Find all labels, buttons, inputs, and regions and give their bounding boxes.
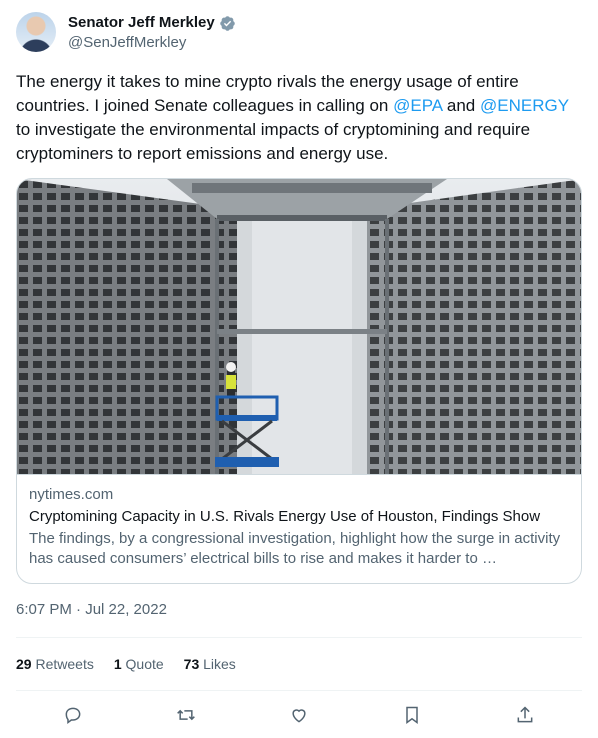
share-icon xyxy=(517,706,533,723)
like-icon xyxy=(292,709,306,723)
card-meta: nytimes.com Cryptomining Capacity in U.S… xyxy=(29,485,569,569)
quotes-label: Quote xyxy=(125,656,164,672)
card-title[interactable]: Cryptomining Capacity in U.S. Rivals Ene… xyxy=(29,507,569,527)
retweets-label: Retweets xyxy=(35,656,94,672)
tweet-text-part: to investigate the environmental impacts… xyxy=(16,120,531,163)
author-name-row: Senator Jeff Merkley xyxy=(68,13,236,33)
quotes-count: 1 xyxy=(113,656,122,672)
mention-energy-link[interactable]: @ENERGY xyxy=(480,96,569,115)
author-name[interactable]: Senator Jeff Merkley xyxy=(68,13,215,33)
link-card[interactable]: nytimes.com Cryptomining Capacity in U.S… xyxy=(16,178,582,584)
tweet-actions xyxy=(16,700,582,730)
tweet-text-part: and xyxy=(442,96,480,115)
retweets-count: 29 xyxy=(16,656,32,672)
card-domain: nytimes.com xyxy=(29,486,114,503)
author-handle[interactable]: @SenJeffMerkley xyxy=(68,33,186,53)
tweet-stats: 29 Retweets 1 Quote 73 Likes xyxy=(16,654,236,674)
tweet-header: Senator Jeff Merkley @SenJeffMerkley xyxy=(16,12,582,52)
retweet-button[interactable] xyxy=(169,700,203,730)
likes-count: 73 xyxy=(183,656,200,672)
tweet-text: The energy it takes to mine crypto rival… xyxy=(16,70,582,166)
divider xyxy=(16,690,582,691)
divider xyxy=(16,637,582,638)
avatar[interactable] xyxy=(16,12,56,52)
like-button[interactable] xyxy=(282,700,316,730)
cryptomining-facility-photo xyxy=(17,179,581,474)
card-description: The findings, by a congressional investi… xyxy=(29,530,561,567)
likes-stat[interactable]: 73 Likes xyxy=(184,654,236,674)
retweets-stat[interactable]: 29 Retweets xyxy=(16,654,94,674)
retweet-icon xyxy=(176,709,195,721)
reply-button[interactable] xyxy=(56,700,90,730)
tweet-timestamp[interactable]: 6:07 PM · Jul 22, 2022 xyxy=(16,600,167,620)
bookmark-icon xyxy=(406,706,418,724)
verified-badge-icon xyxy=(219,15,235,31)
reply-icon xyxy=(65,707,81,724)
bookmark-button[interactable] xyxy=(395,700,429,730)
card-image[interactable] xyxy=(17,179,581,475)
mention-epa-link[interactable]: @EPA xyxy=(393,96,442,115)
share-button[interactable] xyxy=(508,700,542,730)
quotes-stat[interactable]: 1 Quote xyxy=(114,654,164,674)
likes-label: Likes xyxy=(203,656,236,672)
